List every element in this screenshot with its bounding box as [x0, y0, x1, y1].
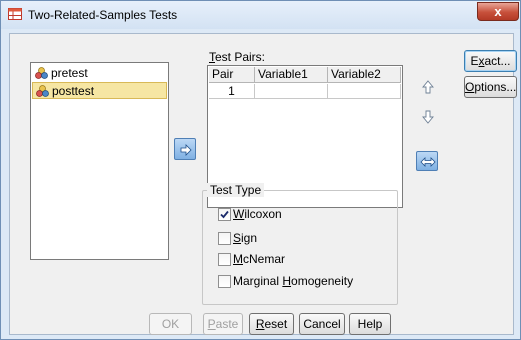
- column-header-pair[interactable]: Pair: [209, 67, 255, 83]
- reset-button[interactable]: Reset: [249, 313, 294, 335]
- help-button[interactable]: Help: [349, 313, 391, 335]
- window-title: Two-Related-Samples Tests: [28, 8, 178, 22]
- move-down-button[interactable]: [419, 107, 437, 127]
- variable-label: posttest: [52, 84, 95, 98]
- sign-option[interactable]: Sign: [218, 231, 257, 247]
- variable-label: pretest: [51, 66, 88, 80]
- close-icon: x: [494, 4, 502, 19]
- wilcoxon-option[interactable]: Wilcoxon: [218, 207, 282, 223]
- cancel-button[interactable]: Cancel: [299, 313, 345, 335]
- column-header-variable1[interactable]: Variable1: [255, 67, 328, 83]
- sign-checkbox[interactable]: [218, 232, 231, 245]
- scale-variable-icon: [35, 67, 48, 79]
- checkmark-icon: [220, 210, 229, 219]
- wilcoxon-checkbox[interactable]: [218, 208, 231, 221]
- exact-button[interactable]: Exact...: [464, 50, 517, 72]
- arrow-right-icon: [180, 144, 192, 156]
- pair-number-cell: 1: [209, 84, 255, 99]
- dialog-window: Two-Related-Samples Tests x pretest post…: [0, 0, 521, 340]
- close-button[interactable]: x: [477, 2, 519, 21]
- source-variable-list[interactable]: pretest posttest: [30, 62, 169, 260]
- arrow-up-icon: [422, 80, 434, 94]
- title-bar[interactable]: Two-Related-Samples Tests x: [1, 1, 520, 29]
- ok-button[interactable]: OK: [149, 313, 192, 335]
- move-to-pairs-button[interactable]: [174, 138, 196, 160]
- test-type-title: Test Type: [207, 183, 265, 197]
- swap-arrows-icon: [420, 157, 436, 167]
- test-pairs-label: Test Pairs:: [209, 50, 266, 64]
- marginal-homogeneity-checkbox[interactable]: [218, 275, 231, 288]
- variable1-cell[interactable]: [255, 84, 328, 99]
- column-header-variable2[interactable]: Variable2: [328, 67, 401, 83]
- mcnemar-checkbox[interactable]: [218, 253, 231, 266]
- options-button[interactable]: Options...: [464, 76, 517, 98]
- variable-item-pretest[interactable]: pretest: [32, 65, 167, 82]
- arrow-down-icon: [422, 110, 434, 124]
- app-icon: [8, 8, 22, 20]
- swap-variables-button[interactable]: [416, 151, 438, 171]
- move-up-button[interactable]: [419, 77, 437, 97]
- marginal-homogeneity-option[interactable]: Marginal Homogeneity: [218, 274, 353, 290]
- mcnemar-option[interactable]: McNemar: [218, 252, 285, 268]
- scale-variable-icon: [36, 85, 49, 97]
- variable-item-posttest[interactable]: posttest: [32, 82, 167, 99]
- paste-button[interactable]: Paste: [203, 313, 243, 335]
- variable2-cell[interactable]: [328, 84, 401, 99]
